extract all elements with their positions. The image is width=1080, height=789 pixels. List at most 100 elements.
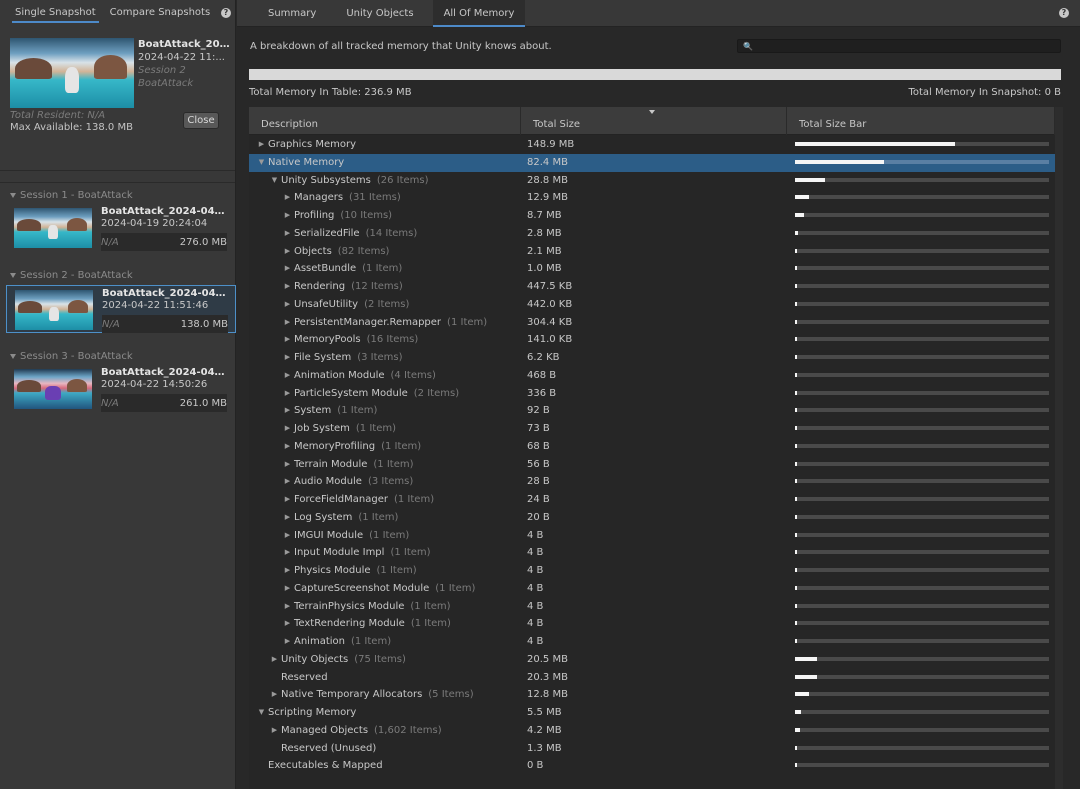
expanded-arrow-icon[interactable]: ▼ xyxy=(268,172,281,190)
table-row[interactable]: ▶ Animation (1 Item) 4 B xyxy=(249,633,1055,651)
table-row[interactable]: ▶ UnsafeUtility (2 Items) 442.0 KB xyxy=(249,296,1055,314)
close-button[interactable]: Close xyxy=(183,112,219,129)
table-row[interactable]: ▶ Native Temporary Allocators (5 Items) 12.… xyxy=(249,686,1055,704)
expanded-arrow-icon[interactable]: ▼ xyxy=(255,704,268,722)
collapsed-arrow-icon[interactable]: ▶ xyxy=(268,651,281,669)
collapsed-arrow-icon[interactable]: ▶ xyxy=(281,225,294,243)
table-row[interactable]: ▶ TextRendering Module (1 Item) 4 B xyxy=(249,615,1055,633)
table-row[interactable]: ▶ System (1 Item) 92 B xyxy=(249,402,1055,420)
table-row[interactable]: ▶ Managed Objects (1,602 Items) 4.2 MB xyxy=(249,722,1055,740)
table-row[interactable]: ▶ PersistentManager.Remapper (1 Item) 304.4… xyxy=(249,314,1055,332)
collapsed-arrow-icon[interactable]: ▶ xyxy=(281,509,294,527)
table-row[interactable]: ▶ TerrainPhysics Module (1 Item) 4 B xyxy=(249,598,1055,616)
row-description: Reserved (Unused) xyxy=(268,740,376,758)
expanded-arrow-icon[interactable]: ▼ xyxy=(255,154,268,172)
table-row[interactable]: ▶ ParticleSystem Module (2 Items) 336 B xyxy=(249,385,1055,403)
vertical-scrollbar[interactable] xyxy=(1055,107,1063,789)
table-row[interactable]: ▶ Profiling (10 Items) 8.7 MB xyxy=(249,207,1055,225)
table-row[interactable]: ▶ Animation Module (4 Items) 468 B xyxy=(249,367,1055,385)
row-size-bar-fill xyxy=(795,284,797,288)
collapsed-arrow-icon[interactable]: ▶ xyxy=(281,402,294,420)
session-size: 138.0 MB xyxy=(180,319,228,330)
collapsed-arrow-icon[interactable]: ▶ xyxy=(281,562,294,580)
tab-summary[interactable]: Summary xyxy=(257,0,327,27)
collapsed-arrow-icon[interactable]: ▶ xyxy=(281,527,294,545)
session-snapshot-item[interactable]: BoatAttack_2024-04-19... 2024-04-19 20:2… xyxy=(6,204,236,252)
collapsed-arrow-icon[interactable]: ▶ xyxy=(281,314,294,332)
row-item-count: (1 Item) xyxy=(376,565,417,576)
table-row[interactable]: ▶ Terrain Module (1 Item) 56 B xyxy=(249,456,1055,474)
row-size-bar xyxy=(795,355,1049,359)
table-row[interactable]: ▶ Log System (1 Item) 20 B xyxy=(249,509,1055,527)
collapsed-arrow-icon[interactable]: ▶ xyxy=(281,207,294,225)
tab-compare-snapshots[interactable]: Compare Snapshots xyxy=(103,0,218,24)
table-row[interactable]: ▶ SerializedFile (14 Items) 2.8 MB xyxy=(249,225,1055,243)
table-row[interactable]: ▶ Audio Module (3 Items) 28 B xyxy=(249,473,1055,491)
collapsed-arrow-icon[interactable]: ▶ xyxy=(281,438,294,456)
collapsed-arrow-icon[interactable]: ▶ xyxy=(281,633,294,651)
collapsed-arrow-icon[interactable]: ▶ xyxy=(281,349,294,367)
collapsed-arrow-icon[interactable]: ▶ xyxy=(281,598,294,616)
row-label: TerrainPhysics Module xyxy=(294,600,405,612)
table-row[interactable]: Reserved 20.3 MB xyxy=(249,669,1055,687)
table-row[interactable]: ▼ Unity Subsystems (26 Items) 28.8 MB xyxy=(249,172,1055,190)
table-row[interactable]: ▶ Graphics Memory 148.9 MB xyxy=(249,136,1055,154)
table-row[interactable]: ▶ IMGUI Module (1 Item) 4 B xyxy=(249,527,1055,545)
row-size-bar-fill xyxy=(795,426,797,430)
table-row[interactable]: ▶ Unity Objects (75 Items) 20.5 MB xyxy=(249,651,1055,669)
table-row[interactable]: ▶ MemoryProfiling (1 Item) 68 B xyxy=(249,438,1055,456)
session-snapshot-item-selected[interactable]: BoatAttack_2024-04-22... 2024-04-22 11:5… xyxy=(6,285,236,333)
column-description[interactable]: Description xyxy=(249,107,521,135)
collapsed-arrow-icon[interactable]: ▶ xyxy=(281,296,294,314)
session-header[interactable]: Session 2 - BoatAttack xyxy=(0,269,236,283)
session-snapshot-item[interactable]: BoatAttack_2024-04-22... 2024-04-22 14:5… xyxy=(6,365,236,413)
total-memory-bar xyxy=(249,69,1061,80)
table-row[interactable]: ▶ ForceFieldManager (1 Item) 24 B xyxy=(249,491,1055,509)
row-label: Unity Subsystems xyxy=(281,174,371,186)
collapsed-arrow-icon[interactable]: ▶ xyxy=(281,367,294,385)
session-size: 261.0 MB xyxy=(179,398,227,409)
table-row[interactable]: ▶ AssetBundle (1 Item) 1.0 MB xyxy=(249,260,1055,278)
tab-unity-objects[interactable]: Unity Objects xyxy=(335,0,424,27)
table-row[interactable]: ▶ CaptureScreenshot Module (1 Item) 4 B xyxy=(249,580,1055,598)
table-row[interactable]: ▶ MemoryPools (16 Items) 141.0 KB xyxy=(249,331,1055,349)
collapsed-arrow-icon[interactable]: ▶ xyxy=(281,491,294,509)
collapsed-arrow-icon[interactable]: ▶ xyxy=(281,544,294,562)
collapsed-arrow-icon[interactable]: ▶ xyxy=(281,331,294,349)
collapsed-arrow-icon[interactable]: ▶ xyxy=(281,278,294,296)
session-na: N/A xyxy=(101,398,119,409)
collapsed-arrow-icon[interactable]: ▶ xyxy=(281,473,294,491)
collapsed-arrow-icon[interactable]: ▶ xyxy=(268,686,281,704)
table-row[interactable]: ▶ Input Module Impl (1 Item) 4 B xyxy=(249,544,1055,562)
session-header[interactable]: Session 3 - BoatAttack xyxy=(0,350,236,364)
collapsed-arrow-icon[interactable]: ▶ xyxy=(255,136,268,154)
collapsed-arrow-icon[interactable]: ▶ xyxy=(281,260,294,278)
table-row[interactable]: ▼ Native Memory 82.4 MB xyxy=(249,153,1055,172)
collapsed-arrow-icon[interactable]: ▶ xyxy=(281,189,294,207)
table-row[interactable]: ▶ Objects (82 Items) 2.1 MB xyxy=(249,243,1055,261)
column-total-size-bar[interactable]: Total Size Bar xyxy=(787,107,1055,135)
table-row[interactable]: ▶ File System (3 Items) 6.2 KB xyxy=(249,349,1055,367)
collapsed-arrow-icon[interactable]: ▶ xyxy=(281,385,294,403)
table-row[interactable]: Executables & Mapped 0 B xyxy=(249,757,1055,775)
collapsed-arrow-icon[interactable]: ▶ xyxy=(268,722,281,740)
table-row[interactable]: ▶ Job System (1 Item) 73 B xyxy=(249,420,1055,438)
collapsed-arrow-icon[interactable]: ▶ xyxy=(281,420,294,438)
collapsed-arrow-icon[interactable]: ▶ xyxy=(281,615,294,633)
session-header[interactable]: Session 1 - BoatAttack xyxy=(0,189,236,203)
table-row[interactable]: ▼ Scripting Memory 5.5 MB xyxy=(249,704,1055,722)
help-icon[interactable]: ? xyxy=(221,8,231,18)
table-row[interactable]: ▶ Rendering (12 Items) 447.5 KB xyxy=(249,278,1055,296)
collapsed-arrow-icon[interactable]: ▶ xyxy=(281,580,294,598)
search-input[interactable]: 🔍 xyxy=(737,39,1061,53)
row-size-bar xyxy=(795,674,1049,679)
row-size-bar xyxy=(795,248,1049,253)
help-icon[interactable]: ? xyxy=(1059,8,1069,18)
table-row[interactable]: Reserved (Unused) 1.3 MB xyxy=(249,740,1055,758)
tab-single-snapshot[interactable]: Single Snapshot xyxy=(8,0,103,24)
collapsed-arrow-icon[interactable]: ▶ xyxy=(281,456,294,474)
tab-all-of-memory[interactable]: All Of Memory xyxy=(432,0,526,27)
table-row[interactable]: ▶ Physics Module (1 Item) 4 B xyxy=(249,562,1055,580)
collapsed-arrow-icon[interactable]: ▶ xyxy=(281,243,294,261)
table-row[interactable]: ▶ Managers (31 Items) 12.9 MB xyxy=(249,189,1055,207)
